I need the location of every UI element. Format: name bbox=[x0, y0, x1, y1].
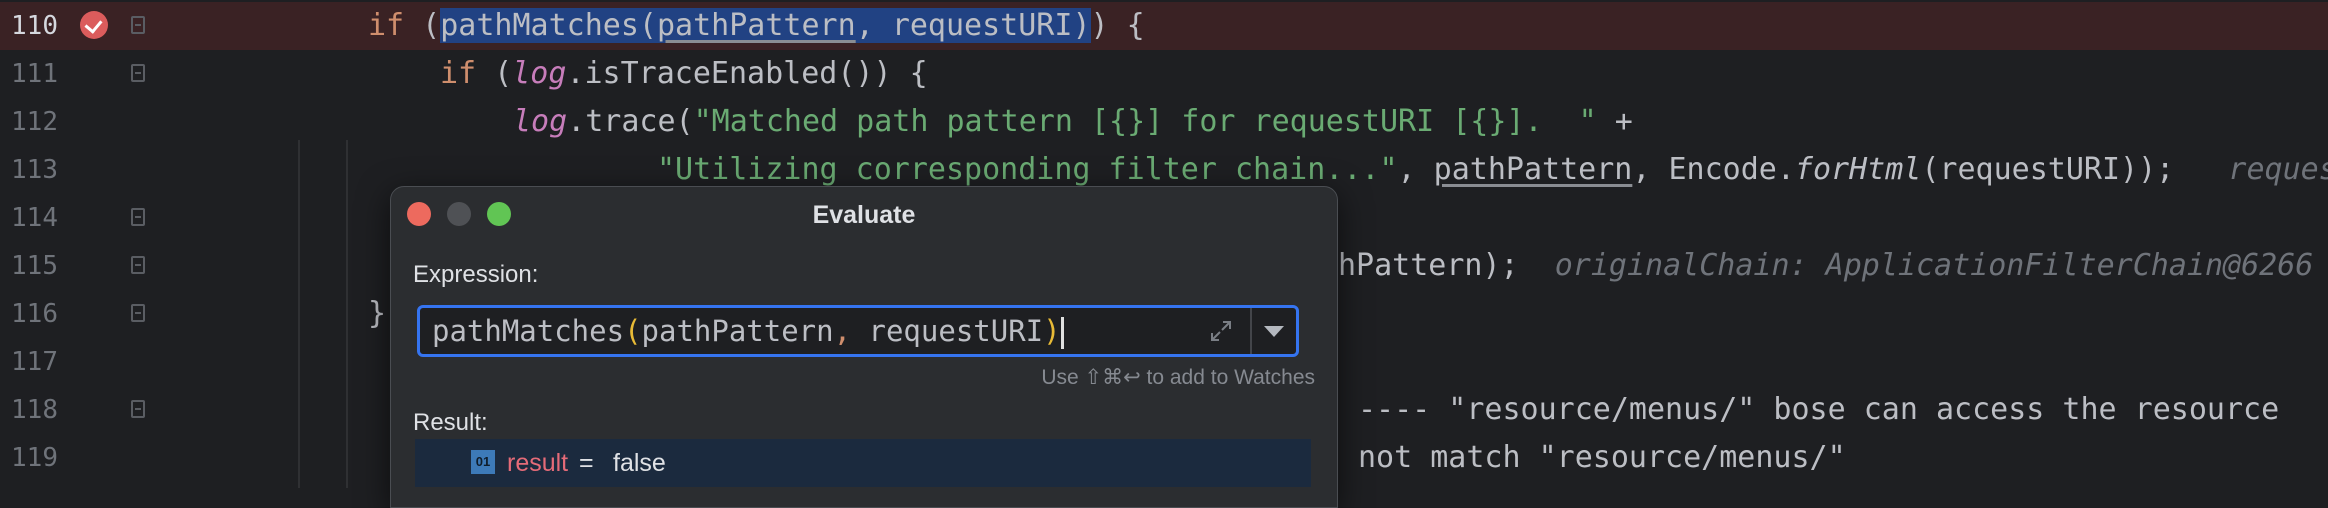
code-line-112[interactable]: 112 log.trace("Matched path pattern [{}]… bbox=[0, 98, 2328, 146]
code-token: forHtml bbox=[1794, 152, 1922, 187]
code-token: (requestURI)); bbox=[1921, 152, 2175, 187]
fold-marker-icon[interactable] bbox=[131, 304, 145, 322]
line-number: 112 bbox=[11, 107, 58, 137]
expand-icon[interactable] bbox=[1208, 318, 1234, 344]
line-number: 114 bbox=[11, 203, 58, 233]
code-text[interactable]: log.trace("Matched path pattern [{}] for… bbox=[513, 98, 1633, 146]
inline-debug-value: originalChain: ApplicationFilterChain@62… bbox=[1554, 248, 2314, 283]
code-token: requestURI bbox=[891, 8, 1073, 43]
code-text[interactable]: if (pathMatches(pathPattern, requestURI)… bbox=[368, 2, 1145, 50]
fold-marker-icon[interactable] bbox=[131, 256, 145, 274]
result-name: result bbox=[507, 449, 569, 477]
line-number: 117 bbox=[11, 347, 58, 377]
fold-marker-icon[interactable] bbox=[131, 208, 145, 226]
expression-label: Expression: bbox=[413, 261, 539, 288]
code-line-111[interactable]: 111 if (log.isTraceEnabled()) { bbox=[0, 50, 2328, 98]
code-token: pathPattern bbox=[657, 8, 856, 43]
code-token: ) { bbox=[1090, 8, 1145, 43]
dropdown-separator bbox=[1250, 308, 1252, 354]
code-token: log bbox=[512, 56, 567, 91]
result-label: Result: bbox=[413, 409, 488, 436]
fold-marker-icon[interactable] bbox=[131, 64, 145, 82]
code-token: + bbox=[1596, 104, 1633, 139]
inline-debug-value: request bbox=[2228, 152, 2328, 187]
line-number: 115 bbox=[11, 251, 58, 281]
code-comment[interactable]: not match "resource/menus/" bbox=[1358, 434, 1846, 482]
code-comment[interactable]: ---- "resource/menus/" bose can access t… bbox=[1358, 386, 2279, 434]
result-equals: = bbox=[579, 449, 594, 477]
breakpoint-check-icon[interactable] bbox=[80, 11, 108, 39]
keyword-if: if bbox=[368, 8, 405, 43]
string-literal: "Utilizing corresponding filter chain...… bbox=[657, 152, 1398, 187]
evaluate-dialog[interactable]: Evaluate Expression: pathMatches(pathPat… bbox=[390, 186, 1338, 508]
code-text[interactable]: } bbox=[368, 290, 386, 338]
code-token: pathMatches( bbox=[440, 8, 657, 43]
dialog-title: Evaluate bbox=[812, 201, 916, 229]
code-text[interactable]: if (log.isTraceEnabled()) { bbox=[440, 50, 928, 98]
result-value: false bbox=[613, 449, 666, 477]
line-number: 113 bbox=[11, 155, 58, 185]
code-token: hPattern); bbox=[1338, 248, 1519, 283]
code-token: ( bbox=[476, 56, 513, 91]
add-to-watches-hint: Use ⇧⌘↩ to add to Watches bbox=[1041, 366, 1315, 389]
dropdown-arrow-icon[interactable] bbox=[1264, 326, 1284, 337]
line-number: 118 bbox=[11, 395, 58, 425]
code-token: pathPattern bbox=[1433, 152, 1633, 187]
line-number: 119 bbox=[11, 443, 58, 473]
expr-token: pathMatches bbox=[432, 314, 625, 348]
dialog-titlebar[interactable]: Evaluate bbox=[391, 187, 1337, 243]
expression-input[interactable]: pathMatches(pathPattern, requestURI) bbox=[417, 305, 1299, 357]
code-token: , Encode. bbox=[1632, 152, 1795, 187]
result-tree-row[interactable]: 01 result = false bbox=[415, 439, 1311, 487]
fold-marker-icon[interactable] bbox=[131, 16, 145, 34]
line-number: 116 bbox=[11, 299, 58, 329]
code-token: .trace( bbox=[567, 104, 694, 139]
expr-token: ( bbox=[624, 314, 642, 348]
selected-expression: pathMatches(pathPattern, requestURI) bbox=[440, 8, 1091, 43]
line-number: 110 bbox=[11, 11, 58, 41]
code-token: ) bbox=[1072, 8, 1091, 43]
line-number: 111 bbox=[11, 59, 58, 89]
code-line-110[interactable]: 110 if (pathMatches(pathPattern, request… bbox=[0, 2, 2328, 50]
expression-text[interactable]: pathMatches(pathPattern, requestURI) bbox=[432, 308, 1064, 354]
expr-token: ) bbox=[1043, 314, 1061, 348]
expr-token: requestURI bbox=[868, 314, 1044, 348]
primitive-type-icon: 01 bbox=[471, 450, 495, 474]
expr-token: pathPattern bbox=[641, 314, 834, 348]
code-token: log bbox=[513, 104, 568, 139]
expr-token: , bbox=[833, 314, 869, 348]
code-token: , bbox=[855, 8, 892, 43]
code-token: , bbox=[1397, 152, 1434, 187]
code-token: .isTraceEnabled()) { bbox=[566, 56, 928, 91]
code-text[interactable]: hPattern); originalChain: ApplicationFil… bbox=[1338, 242, 2313, 290]
fold-marker-icon[interactable] bbox=[131, 400, 145, 418]
text-caret bbox=[1060, 317, 1064, 349]
string-literal: "Matched path pattern [{}] for requestUR… bbox=[693, 104, 1597, 139]
keyword-if: if bbox=[440, 56, 477, 91]
code-token: ( bbox=[404, 8, 441, 43]
